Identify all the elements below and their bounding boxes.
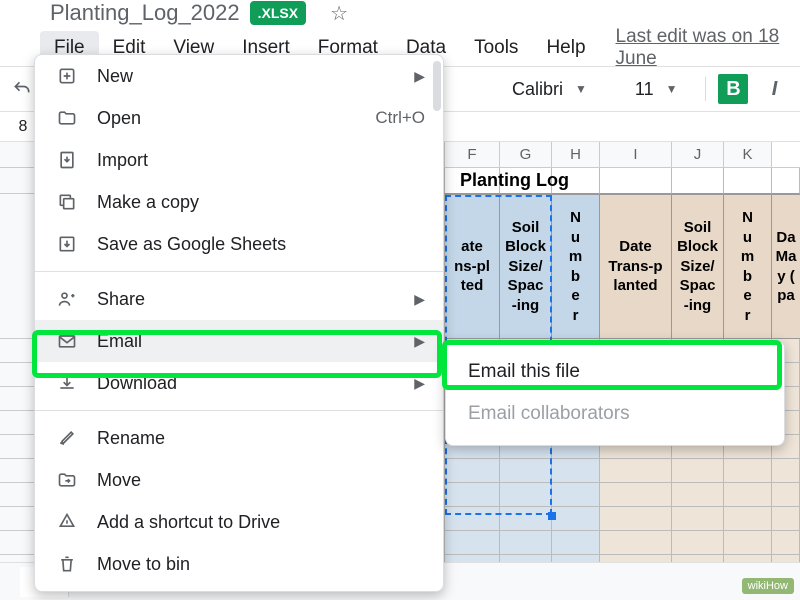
menu-item-new[interactable]: New ▶ — [35, 55, 443, 97]
menu-label: Move — [97, 470, 141, 491]
col-header-j[interactable]: J — [672, 142, 724, 167]
font-family-select[interactable]: Calibri — [504, 75, 571, 104]
menu-label: New — [97, 66, 133, 87]
header-cell: ate ns-pl ted — [445, 194, 500, 339]
last-edit-link[interactable]: Last edit was on 18 June — [616, 26, 800, 70]
italic-button[interactable]: I — [760, 75, 788, 103]
bold-button[interactable]: B — [718, 74, 748, 104]
menu-label: Move to bin — [97, 554, 190, 575]
menu-item-open[interactable]: Open Ctrl+O — [35, 97, 443, 139]
menu-tools[interactable]: Tools — [460, 31, 532, 65]
trash-icon — [55, 552, 79, 576]
header-cell: Soil Block Size/ Spac -ing — [500, 194, 552, 339]
save-icon — [55, 232, 79, 256]
menu-item-move-to-bin[interactable]: Move to bin — [35, 543, 443, 585]
col-header-h[interactable]: H — [552, 142, 600, 167]
submenu-arrow-icon: ▶ — [414, 333, 425, 350]
document-title[interactable]: Planting_Log_2022 — [50, 0, 240, 26]
divider — [705, 77, 706, 101]
rename-icon — [55, 426, 79, 450]
file-menu-dropdown: New ▶ Open Ctrl+O Import Make a copy Sav… — [34, 54, 444, 592]
menu-label: Rename — [97, 428, 165, 449]
new-file-icon — [55, 64, 79, 88]
file-type-badge: .XLSX — [250, 1, 306, 25]
email-icon — [55, 329, 79, 353]
watermark: wikiHow — [742, 578, 794, 594]
undo-icon[interactable] — [8, 75, 36, 103]
menu-item-download[interactable]: Download ▶ — [35, 362, 443, 404]
menu-item-make-copy[interactable]: Make a copy — [35, 181, 443, 223]
menu-item-rename[interactable]: Rename — [35, 417, 443, 459]
download-icon — [55, 371, 79, 395]
merged-cell-title: Planting Log — [460, 170, 569, 191]
menu-item-email[interactable]: Email ▶ — [35, 320, 443, 362]
menu-label: Download — [97, 373, 177, 394]
import-icon — [55, 148, 79, 172]
header-cell: Date Trans-p lanted — [600, 194, 672, 339]
submenu-arrow-icon: ▶ — [414, 375, 425, 392]
menu-label: Save as Google Sheets — [97, 234, 286, 255]
divider — [35, 271, 443, 272]
chevron-down-icon[interactable]: ▼ — [575, 82, 587, 96]
menu-label: Add a shortcut to Drive — [97, 512, 280, 533]
header-cell: N u m b e r — [552, 194, 600, 339]
menu-label: Open — [97, 108, 141, 129]
header-cell: N u m b e r — [724, 194, 772, 339]
star-icon[interactable]: ☆ — [330, 1, 348, 26]
menu-item-add-shortcut[interactable]: Add a shortcut to Drive — [35, 501, 443, 543]
col-header-i[interactable]: I — [600, 142, 672, 167]
copy-icon — [55, 190, 79, 214]
drive-shortcut-icon — [55, 510, 79, 534]
share-icon — [55, 287, 79, 311]
col-header-f[interactable]: F — [445, 142, 500, 167]
menu-item-share[interactable]: Share ▶ — [35, 278, 443, 320]
selection-handle[interactable] — [548, 512, 556, 520]
menu-label: Make a copy — [97, 192, 199, 213]
chevron-down-icon[interactable]: ▼ — [666, 82, 678, 96]
menu-item-move[interactable]: Move — [35, 459, 443, 501]
submenu-arrow-icon: ▶ — [414, 291, 425, 308]
menu-item-import[interactable]: Import — [35, 139, 443, 181]
keyboard-shortcut: Ctrl+O — [375, 108, 425, 128]
header-cell: Soil Block Size/ Spac -ing — [672, 194, 724, 339]
col-header-g[interactable]: G — [500, 142, 552, 167]
submenu-email-collaborators: Email collaborators — [446, 393, 784, 435]
header-cell: Da Ma y ( pa — [772, 194, 800, 339]
menu-item-save-as-sheets[interactable]: Save as Google Sheets — [35, 223, 443, 265]
submenu-arrow-icon: ▶ — [414, 68, 425, 85]
move-folder-icon — [55, 468, 79, 492]
menu-help[interactable]: Help — [532, 31, 599, 65]
font-size-select[interactable]: 11 — [627, 75, 662, 104]
col-header-k[interactable]: K — [724, 142, 772, 167]
menu-label: Share — [97, 289, 145, 310]
folder-icon — [55, 106, 79, 130]
divider — [35, 410, 443, 411]
email-submenu: Email this file Email collaborators — [445, 340, 785, 446]
menu-label: Import — [97, 150, 148, 171]
menu-label: Email — [97, 331, 142, 352]
submenu-email-this-file[interactable]: Email this file — [446, 351, 784, 393]
